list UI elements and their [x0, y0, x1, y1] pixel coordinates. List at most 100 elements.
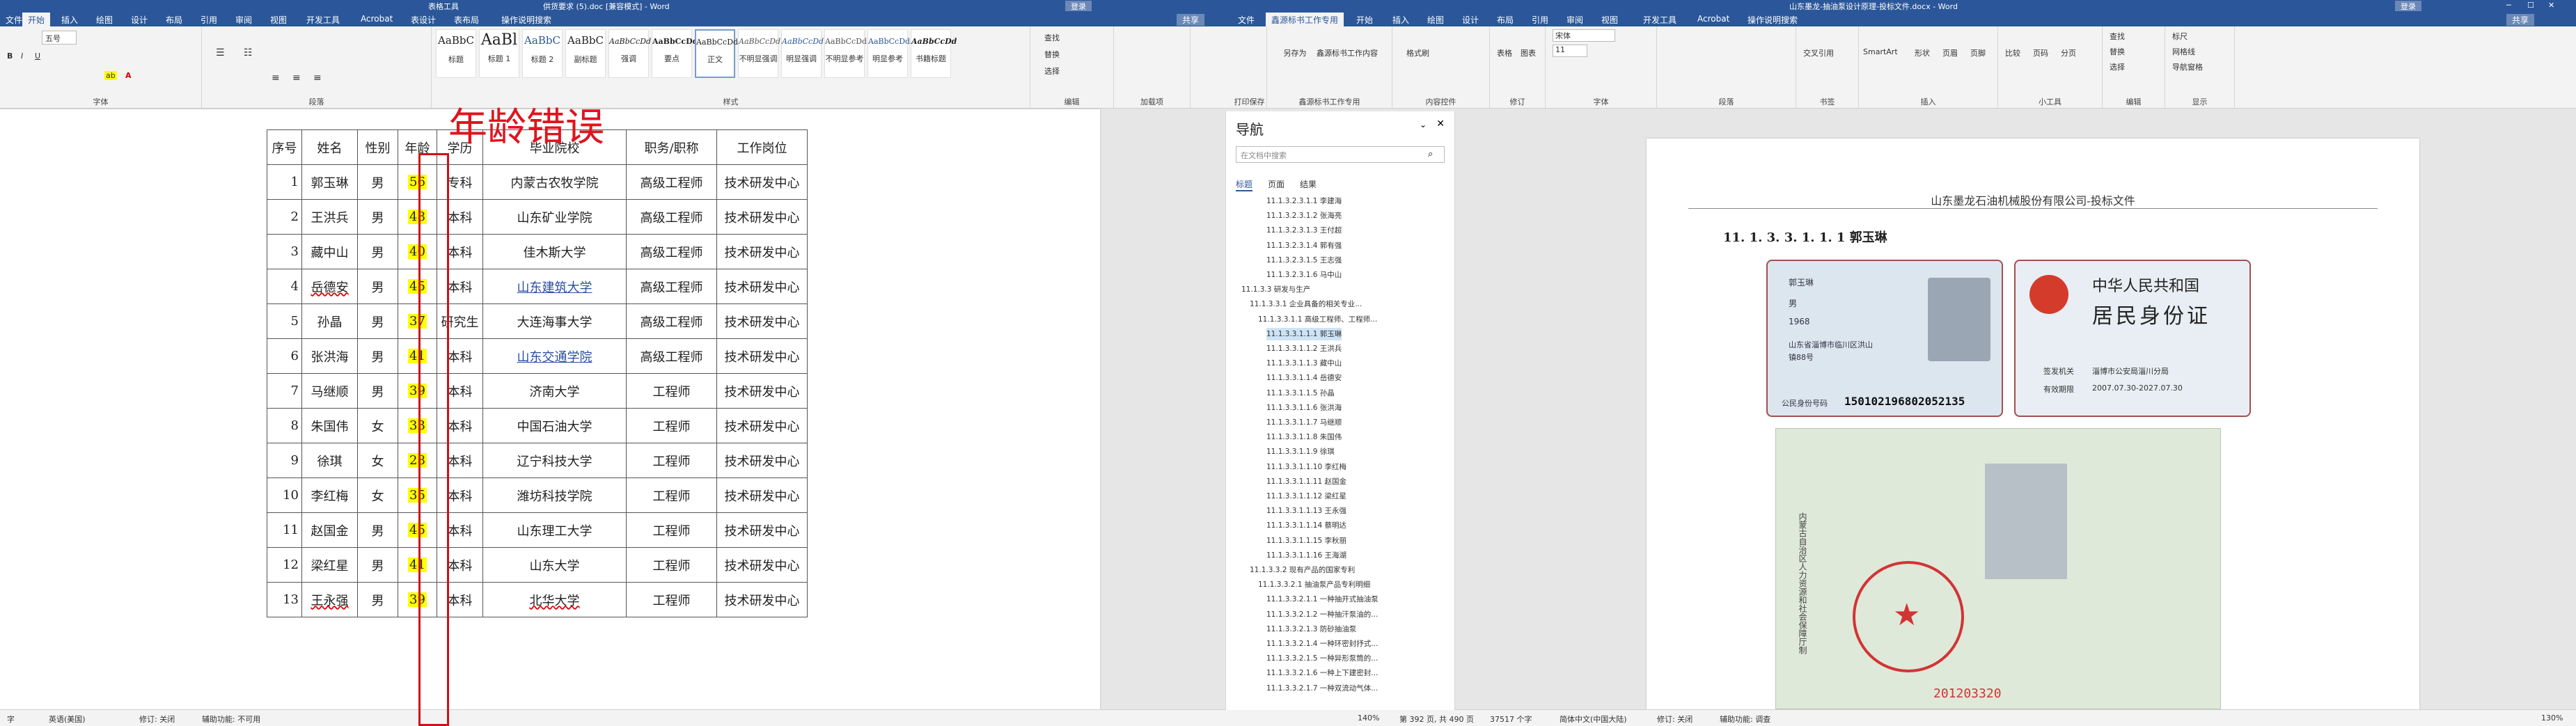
- style-intense-reference[interactable]: AaBbCcDd 明显参考: [867, 29, 910, 78]
- left-language[interactable]: 英语(美国): [49, 713, 86, 725]
- nav-close-icon[interactable]: ✕: [1436, 118, 1445, 129]
- tab-references[interactable]: 引用: [1532, 14, 1548, 26]
- nav-heading-item[interactable]: 11.1.3.3.2.1.4 一种环密封抒式...: [1266, 638, 1378, 650]
- left-accessibility[interactable]: 辅助功能: 不可用: [202, 713, 260, 725]
- footer-button[interactable]: 页脚: [1970, 47, 1986, 58]
- nav-heading-item[interactable]: 11.1.3.3.1.1.14 蔡明达: [1266, 519, 1346, 532]
- nav-heading-item[interactable]: 11.1.3.2.3.1.4 郭有强: [1266, 239, 1342, 252]
- tell-me-search[interactable]: 操作说明搜索: [501, 14, 551, 26]
- page-indicator[interactable]: 第 392 页, 共 490 页: [1399, 713, 1474, 725]
- tab-draw[interactable]: 绘图: [1427, 14, 1444, 26]
- align-right-icon[interactable]: ≡: [313, 72, 322, 84]
- tab-view[interactable]: 视图: [1601, 14, 1618, 26]
- nav-heading-item[interactable]: 11.1.3.2.3.1.6 马中山: [1266, 269, 1342, 281]
- nav-heading-item[interactable]: 11.1.3.3.1.1.4 岳德安: [1266, 372, 1342, 384]
- maximize-icon[interactable]: ☐: [2527, 1, 2534, 10]
- tab-file[interactable]: 文件: [6, 14, 22, 26]
- nav-heading-item[interactable]: 11.1.3.3.1.1.5 孙晶: [1266, 387, 1335, 400]
- tab-design[interactable]: 设计: [131, 14, 148, 26]
- right-zoom-level[interactable]: 130%: [2541, 713, 2563, 723]
- bold-button[interactable]: B: [7, 52, 13, 61]
- custom-content-button[interactable]: 鑫源标书工作内容: [1316, 47, 1379, 58]
- style-title[interactable]: AaBbC 标题: [436, 29, 476, 78]
- nav-heading-item[interactable]: 11.1.3.3.1 企业具备的相关专业...: [1250, 298, 1362, 310]
- nav-heading-item[interactable]: 11.1.3.3.1.1.11 赵国金: [1266, 475, 1346, 488]
- nav-heading-item[interactable]: 11.1.3.3.1.1.3 藏中山: [1266, 357, 1342, 370]
- close-icon[interactable]: ✕: [2548, 1, 2554, 10]
- nav-heading-item[interactable]: 11.1.3.3.2.1.1 一种抽开式抽油泵: [1266, 593, 1379, 606]
- nav-heading-item[interactable]: 11.1.3.3.2.1.2 一种抽汗泵油的...: [1266, 608, 1378, 621]
- nav-heading-item[interactable]: 11.1.3.3.2.1 抽油泵产品专利明细: [1258, 578, 1370, 591]
- search-icon[interactable]: ⌕: [1428, 149, 1433, 159]
- style-subtle-reference[interactable]: AaBbCcDd 不明显参考: [824, 29, 867, 78]
- nav-heading-item[interactable]: 11.1.3.3.1.1.12 梁红星: [1266, 490, 1346, 503]
- table-button[interactable]: 表格: [1497, 47, 1512, 58]
- highlight-button[interactable]: ab: [104, 71, 117, 80]
- nav-heading-item[interactable]: 11.1.3.3.1.1.7 马继顺: [1266, 416, 1342, 429]
- bullets-icon[interactable]: ☰: [216, 47, 225, 58]
- cross-ref-button[interactable]: 交叉引用: [1803, 47, 1834, 58]
- left-share-button[interactable]: 共享: [1177, 14, 1205, 26]
- tab-layout[interactable]: 布局: [166, 14, 182, 26]
- tab-design[interactable]: 设计: [1462, 14, 1479, 26]
- nav-pane-checkbox[interactable]: 导航窗格: [2172, 61, 2203, 72]
- nav-heading-item[interactable]: 11.1.3.3.1.1.1 郭玉琳: [1266, 327, 1342, 340]
- align-left-icon[interactable]: ≡: [272, 72, 280, 84]
- style-emphasis[interactable]: AaBbCcDd 强调: [608, 29, 651, 78]
- nav-heading-item[interactable]: 11.1.3.2.3.1.1 李建海: [1266, 195, 1342, 207]
- style-heading1[interactable]: AaBl 标题 1: [479, 29, 519, 78]
- chart-button[interactable]: 图表: [1521, 47, 1536, 58]
- nav-heading-item[interactable]: 11.1.3.3.2.1.6 一种上下建密封...: [1266, 667, 1378, 679]
- nav-heading-item[interactable]: 11.1.3.3.1.1.2 王洪兵: [1266, 342, 1342, 355]
- nav-heading-item[interactable]: 11.1.3.3.2.1.3 防砂抽油泵: [1266, 623, 1356, 636]
- nav-heading-item[interactable]: 11.1.3.3.2 现有产品的国家专利: [1250, 564, 1355, 576]
- compare-button[interactable]: 比较: [2005, 47, 2020, 58]
- tab-acrobat[interactable]: Acrobat: [361, 14, 393, 24]
- nav-tab-headings[interactable]: 标题: [1236, 178, 1253, 191]
- tab-review[interactable]: 审阅: [235, 14, 252, 26]
- nav-heading-item[interactable]: 11.1.3.3.2.1.5 一种异形泵筒的...: [1266, 652, 1378, 665]
- nav-heading-item[interactable]: 11.1.3.2.3.1.5 王志强: [1266, 254, 1342, 267]
- ruler-checkbox[interactable]: 标尺: [2172, 31, 2188, 42]
- nav-tab-results[interactable]: 结果: [1300, 178, 1317, 190]
- page-number-button[interactable]: 页码: [2033, 47, 2048, 58]
- tab-insert[interactable]: 插入: [61, 14, 78, 26]
- left-track-changes[interactable]: 修订: 关闭: [139, 713, 175, 725]
- font-name-select[interactable]: 宋体: [1553, 29, 1615, 42]
- format-painter-button[interactable]: 格式刷: [1406, 47, 1429, 58]
- style-subtle-emphasis[interactable]: AaBbCcDd 不明显强调: [738, 29, 780, 78]
- tab-table-layout[interactable]: 表布局: [454, 14, 479, 26]
- replace-button[interactable]: 替换: [2110, 46, 2125, 57]
- find-button[interactable]: 查找: [1044, 32, 1060, 43]
- underline-button[interactable]: U: [35, 52, 40, 61]
- style-normal[interactable]: AaBbCcDd 正文: [695, 29, 738, 78]
- tab-acrobat[interactable]: Acrobat: [1697, 14, 1729, 24]
- tab-file[interactable]: 文件: [1238, 14, 1255, 26]
- nav-tab-pages[interactable]: 页面: [1268, 178, 1285, 190]
- select-button[interactable]: 选择: [1044, 65, 1060, 77]
- select-button[interactable]: 选择: [2110, 61, 2125, 72]
- tab-developer[interactable]: 开发工具: [1643, 14, 1676, 26]
- style-subtitle[interactable]: AaBbC 副标题: [565, 29, 606, 78]
- right-share-button[interactable]: 共享: [2506, 14, 2535, 26]
- nav-heading-item[interactable]: 11.1.3.2.3.1.3 王付超: [1266, 224, 1342, 237]
- italic-button[interactable]: I: [21, 52, 23, 61]
- tab-insert[interactable]: 插入: [1392, 14, 1409, 26]
- numbering-icon[interactable]: ☷: [244, 47, 253, 58]
- style-strong[interactable]: AaBbCcDd 要点: [652, 29, 698, 78]
- tab-references[interactable]: 引用: [201, 14, 217, 26]
- align-center-icon[interactable]: ≡: [292, 72, 301, 84]
- font-color-button[interactable]: A: [125, 71, 132, 80]
- tab-table-design[interactable]: 表设计: [411, 14, 436, 26]
- style-book-title[interactable]: AaBbCcDd 书籍标题: [911, 29, 957, 78]
- nav-heading-item[interactable]: 11.1.3.3.1.1.8 朱国伟: [1266, 431, 1342, 443]
- tell-me-search[interactable]: 操作说明搜索: [1748, 14, 1798, 26]
- tab-home[interactable]: 开始: [1356, 14, 1373, 26]
- header-button[interactable]: 页眉: [1942, 47, 1958, 58]
- tab-draw[interactable]: 绘图: [96, 14, 113, 26]
- nav-heading-item[interactable]: 11.1.3.3.1.1.16 王海湖: [1266, 549, 1346, 562]
- right-signin-button[interactable]: 登录: [2395, 1, 2421, 12]
- left-signin-button[interactable]: 登录: [1065, 1, 1092, 12]
- font-size-select[interactable]: 五号: [42, 31, 77, 45]
- nav-heading-item[interactable]: 11.1.3.3.1.1.15 李秋丽: [1266, 535, 1346, 547]
